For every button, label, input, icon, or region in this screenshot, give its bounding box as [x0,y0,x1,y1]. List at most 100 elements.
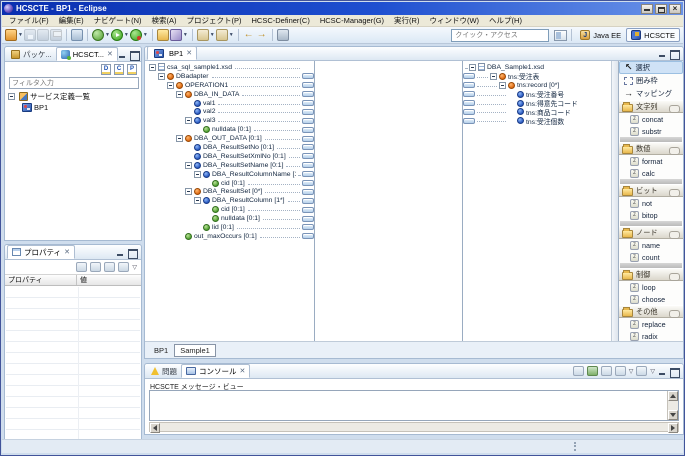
column-header-property[interactable]: プロパティ [5,275,77,285]
maximize-window-button[interactable] [655,4,667,14]
scroll-lock-icon[interactable] [587,366,598,376]
view-menu-icon[interactable]: ▽ [132,264,137,271]
tab-problems[interactable]: 問題 [147,364,181,378]
palette-entry[interactable]: ノード [619,226,683,239]
menu-item[interactable]: ウィンドウ(W) [424,15,484,26]
dropdown-arrow-icon[interactable]: ▼ [183,32,188,38]
maximize-view-icon[interactable] [130,50,139,59]
mapping-handle[interactable] [302,82,314,88]
expand-toggle-icon[interactable] [490,73,497,80]
expand-toggle-icon[interactable] [469,64,476,71]
tab-hcscte-tree[interactable]: HCSCT... ✕ [56,47,118,61]
mapping-handle[interactable] [302,73,314,79]
palette-entry[interactable]: substr [619,125,683,137]
tree-row-bp1[interactable]: BP1 [5,102,141,113]
column-header-value[interactable]: 値 [77,275,141,285]
menu-item[interactable]: ファイル(F) [4,15,54,26]
dropdown-arrow-icon[interactable]: ▽ [650,368,655,375]
menu-item[interactable]: 編集(E) [54,15,89,26]
dropdown-arrow-icon[interactable]: ▼ [124,32,129,38]
tab-package-explorer[interactable]: パッケ... [7,47,56,61]
source-tree-row[interactable]: DBA_ResultColumnName [1*] [147,170,314,179]
scroll-down-icon[interactable] [668,410,678,420]
tab-properties[interactable]: プロパティ ✕ [7,245,75,259]
minimize-view-icon[interactable] [658,367,667,376]
quick-access-input[interactable] [451,29,549,42]
open-perspective-icon[interactable] [554,30,567,41]
mapping-handle[interactable] [302,109,314,115]
mapping-handle[interactable] [463,73,475,79]
minimize-view-icon[interactable] [658,49,667,58]
palette-entry[interactable]: replace [619,318,683,330]
dropdown-arrow-icon[interactable]: ▼ [18,32,23,38]
palette-entry[interactable]: not [619,197,683,209]
editor-vertical-scrollbar[interactable] [611,61,618,341]
maximize-view-icon[interactable] [670,367,679,376]
palette-entry[interactable]: 囲み枠 [619,74,683,87]
editor-tab-bp1[interactable]: BP1 ✕ [147,46,197,60]
definition-doc-icon[interactable]: C [114,64,124,75]
scroll-left-icon[interactable] [150,423,160,433]
palette-entry[interactable]: count [619,251,683,263]
expand-toggle-icon[interactable] [8,93,15,100]
source-tree-row[interactable]: DBA_ResultSetName [0:1] [147,161,314,170]
next-annotation-icon[interactable] [197,29,209,41]
palette-entry[interactable]: その他 [619,305,683,318]
console-vertical-scrollbar[interactable] [667,391,678,420]
mapping-handle[interactable] [302,198,314,204]
mapping-handle[interactable] [463,91,475,97]
marker-icon[interactable] [170,29,182,41]
source-tree-row[interactable]: val3 [147,116,314,125]
perspective-hcscte-button[interactable]: HCSCTE [626,28,680,42]
mapping-handle[interactable] [302,162,314,168]
source-tree-row[interactable]: out_maxOccurs [0:1] [147,232,314,241]
last-edit-location-icon[interactable] [277,29,289,41]
menu-item[interactable]: HCSC-Definer(C) [247,16,315,25]
previous-annotation-icon[interactable] [216,29,228,41]
mapping-handle[interactable] [463,100,475,106]
menu-item[interactable]: プロジェクト(P) [182,15,247,26]
source-tree-row[interactable]: cid [0:1] [147,179,314,188]
mapping-handle[interactable] [302,180,314,186]
save-all-icon[interactable] [37,29,49,41]
definition-doc-icon[interactable]: P [127,64,137,75]
target-tree-row[interactable]: DBA_Sample1.xsd [463,63,611,72]
palette-entry[interactable]: 文字列 [619,100,683,113]
print-icon[interactable] [50,29,62,41]
mapping-handle[interactable] [302,153,314,159]
target-tree-row[interactable]: tns:受注個数 [463,116,611,125]
run-icon[interactable] [111,29,123,41]
mapping-canvas[interactable]: csa_sql_sample1.xsd DBadapter [145,61,611,341]
dropdown-arrow-icon[interactable]: ▽ [629,368,634,375]
save-icon[interactable] [24,29,36,41]
pin-icon[interactable] [76,262,87,272]
pin-console-icon[interactable] [601,366,612,376]
menu-item[interactable]: ヘルプ(H) [484,15,527,26]
maximize-view-icon[interactable] [670,49,679,58]
show-tree-icon[interactable] [90,262,101,272]
dropdown-arrow-icon[interactable]: ▼ [210,32,215,38]
source-tree-row[interactable]: cid [0:1] [147,205,314,214]
mapping-handle[interactable] [302,224,314,230]
palette-entry[interactable]: マッピング [619,87,683,100]
search-icon[interactable] [71,29,83,41]
tab-console[interactable]: コンソール ✕ [181,364,250,378]
source-tree-row[interactable]: DBA_ResultSetXmlNo [0:1] [147,152,314,161]
console-output-area[interactable] [149,390,679,421]
menu-item[interactable]: 検索(A) [147,15,182,26]
menu-item[interactable]: 実行(R) [389,15,424,26]
mapping-handle[interactable] [302,216,314,222]
source-tree-row[interactable]: csa_sql_sample1.xsd [147,63,314,72]
display-selected-console-icon[interactable] [615,366,626,376]
mapping-handle[interactable] [302,127,314,133]
definition-doc-icon[interactable]: D [101,64,111,75]
target-tree-row[interactable]: tns:record [0*] [463,81,611,90]
mapping-handle[interactable] [302,171,314,177]
source-tree-row[interactable]: lid [0:1] [147,223,314,232]
mapping-handle[interactable] [302,136,314,142]
close-window-button[interactable]: × [669,4,681,14]
palette-entry[interactable]: 制御 [619,268,683,281]
mapping-handle[interactable] [302,189,314,195]
filter-icon[interactable] [118,262,129,272]
expand-toggle-icon[interactable] [185,188,192,195]
